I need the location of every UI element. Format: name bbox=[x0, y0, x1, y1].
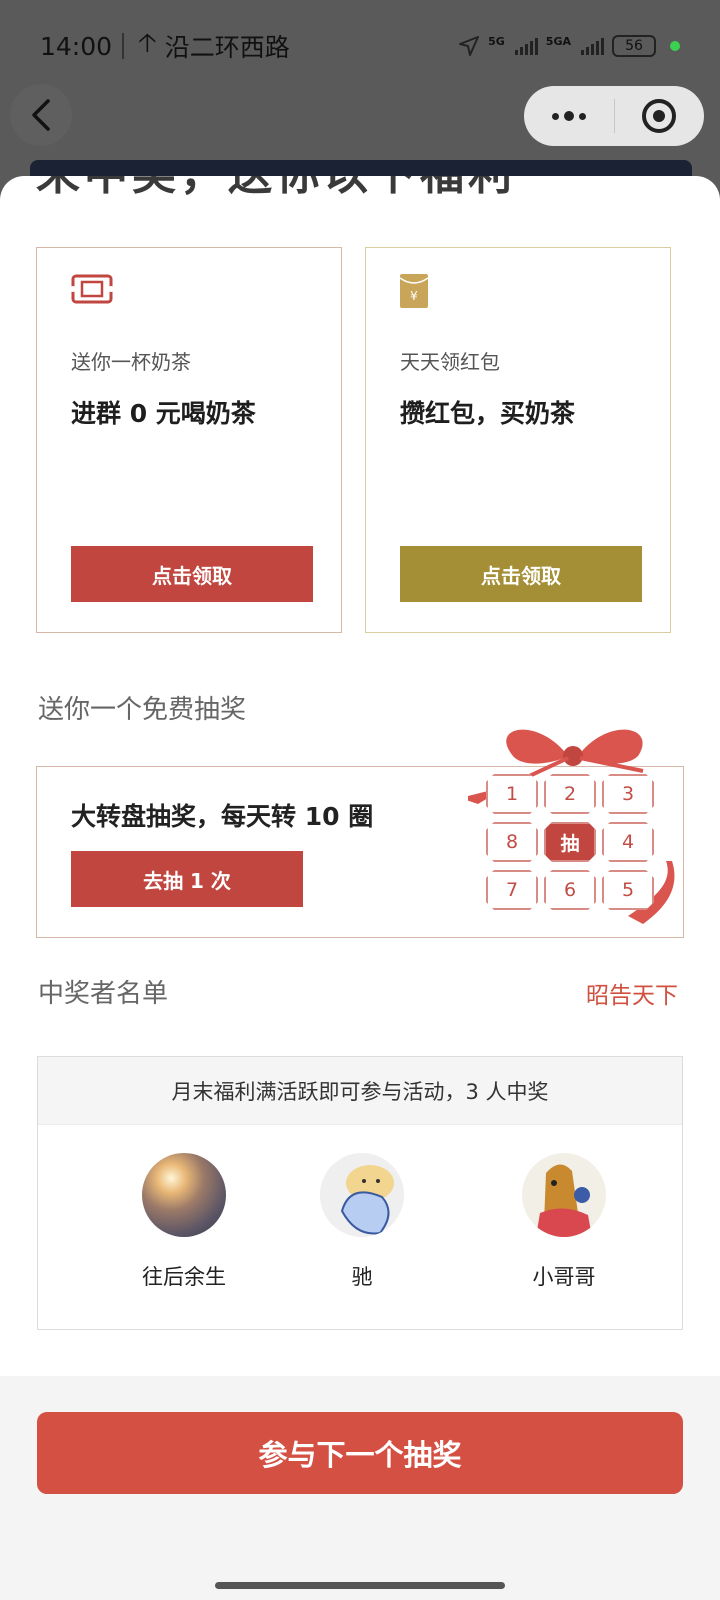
lottery-section-title: 送你一个免费抽奖 bbox=[38, 695, 247, 725]
location-arrow-icon bbox=[459, 36, 480, 56]
bottom-sheet: 未中奖，送你以下福利 送你一杯奶茶 进群 0 元喝奶茶 点击领取 ¥ 天天领红包… bbox=[0, 176, 720, 1376]
avatar bbox=[522, 1153, 606, 1237]
battery-icon: 56 bbox=[612, 35, 656, 57]
winner-item: 小哥哥 bbox=[484, 1153, 644, 1291]
avatar bbox=[320, 1153, 404, 1237]
home-indicator bbox=[215, 1582, 505, 1589]
close-miniprogram-button[interactable] bbox=[615, 86, 705, 146]
grid-cell: 7 bbox=[486, 870, 538, 910]
winner-name: 小哥哥 bbox=[532, 1265, 596, 1289]
grid-cell: 8 bbox=[486, 822, 538, 862]
svg-text:¥: ¥ bbox=[410, 289, 418, 303]
red-envelope-card: ¥ 天天领红包 攒红包，买奶茶 点击领取 bbox=[365, 247, 671, 633]
status-indicators: 5G 5GA 56 bbox=[458, 35, 680, 57]
grid-draw-button[interactable]: 抽 bbox=[544, 822, 596, 862]
card-subtitle: 送你一杯奶茶 bbox=[71, 350, 191, 374]
claim-milk-tea-button[interactable]: 点击领取 bbox=[71, 546, 313, 602]
lottery-title: 大转盘抽奖，每天转 10 圈 bbox=[71, 802, 374, 831]
battery-level: 56 bbox=[625, 38, 643, 54]
status-time: 14:00 bbox=[40, 31, 113, 61]
navigation-street: 沿二环西路 bbox=[164, 33, 290, 62]
navigation-arrow-icon: 🡡 bbox=[138, 28, 157, 58]
target-icon bbox=[642, 99, 677, 133]
winners-section-title: 中奖者名单 bbox=[38, 979, 169, 1009]
join-next-lottery-button[interactable]: 参与下一个抽奖 bbox=[37, 1412, 683, 1494]
grid-cell: 2 bbox=[544, 774, 596, 814]
announce-link[interactable]: 昭告天下 bbox=[586, 976, 678, 1010]
winner-name: 驰 bbox=[351, 1265, 373, 1289]
more-button[interactable] bbox=[524, 86, 614, 146]
winners-list: 月末福利满活跃即可参与活动，3 人中奖 往后余生 驰 小哥哥 bbox=[37, 1056, 683, 1330]
back-button[interactable] bbox=[10, 84, 72, 146]
signal-icon-2 bbox=[581, 37, 604, 55]
grid-cell: 1 bbox=[486, 774, 538, 814]
lottery-grid: 1 2 3 8 抽 4 7 6 5 bbox=[486, 774, 686, 934]
grid-cell: 6 bbox=[544, 870, 596, 910]
grid-cell: 5 bbox=[602, 870, 654, 910]
page-title: 未中奖，送你以下福利 bbox=[36, 176, 516, 202]
card-title: 攒红包，买奶茶 bbox=[400, 399, 576, 428]
card-subtitle: 天天领红包 bbox=[400, 350, 500, 374]
privacy-indicator-dot bbox=[670, 41, 680, 51]
signal-icon bbox=[514, 37, 538, 55]
card-title: 进群 0 元喝奶茶 bbox=[71, 399, 256, 428]
more-icon bbox=[551, 111, 586, 121]
network-label-1: 5G bbox=[488, 35, 505, 48]
grid-cell: 4 bbox=[602, 822, 654, 862]
status-bar: 14:00 🡡 沿二环西路 5G 5GA 56 bbox=[0, 0, 720, 92]
draw-once-button[interactable]: 去抽 1 次 bbox=[71, 851, 303, 907]
milk-tea-card: 送你一杯奶茶 进群 0 元喝奶茶 点击领取 bbox=[36, 247, 342, 633]
winners-notice: 月末福利满活跃即可参与活动，3 人中奖 bbox=[38, 1057, 682, 1125]
ticket-icon bbox=[70, 274, 114, 308]
network-label-2: 5GA bbox=[545, 35, 571, 48]
winner-item: 驰 bbox=[282, 1153, 442, 1291]
grid-cell: 3 bbox=[602, 774, 654, 814]
avatar bbox=[142, 1153, 226, 1237]
winner-item: 往后余生 bbox=[104, 1153, 264, 1291]
red-envelope-icon: ¥ bbox=[399, 274, 429, 312]
claim-red-envelope-button[interactable]: 点击领取 bbox=[400, 546, 642, 602]
miniprogram-capsule bbox=[524, 86, 704, 146]
winner-name: 往后余生 bbox=[142, 1265, 226, 1289]
chevron-left-icon bbox=[32, 99, 50, 131]
status-divider bbox=[122, 33, 125, 59]
